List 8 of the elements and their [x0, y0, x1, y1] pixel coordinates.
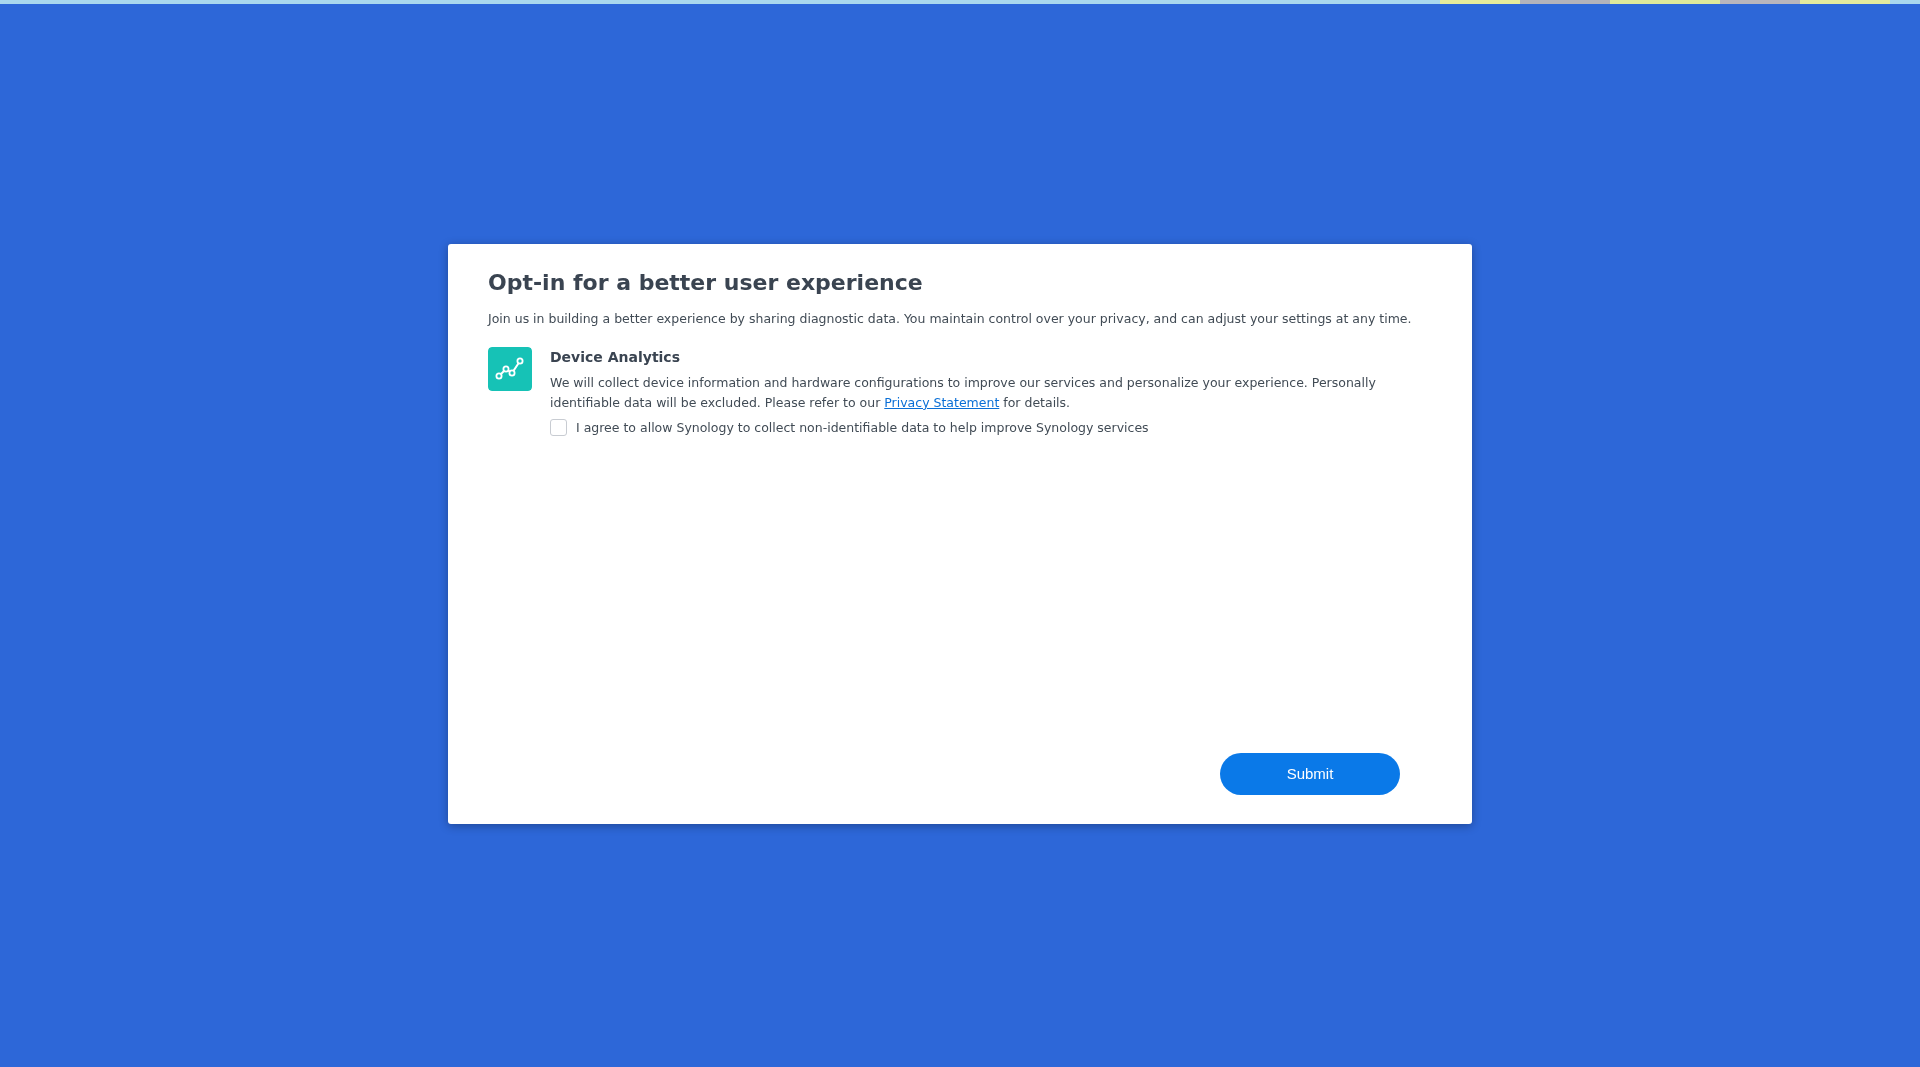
submit-button[interactable]: Submit	[1220, 752, 1400, 795]
section-description: We will collect device information and hardware configurations to improve our services and personalize your experience. Personally identifiable data will be excluded. Please refer to our Privacy Statement for details.	[550, 373, 1377, 412]
section-title: Device Analytics	[550, 348, 680, 365]
intro-text: Join us in building a better experience by sharing diagnostic data. You maintain control over your privacy, and can adjust your settings at any time.	[488, 309, 1413, 328]
dialog-title: Opt-in for a better user experience	[488, 269, 923, 295]
consent-label: I agree to allow Synology to collect non-identifiable data to help improve Synology services	[576, 419, 1149, 435]
privacy-statement-link[interactable]: Privacy Statement	[884, 394, 1000, 410]
consent-checkbox[interactable]	[550, 418, 567, 436]
